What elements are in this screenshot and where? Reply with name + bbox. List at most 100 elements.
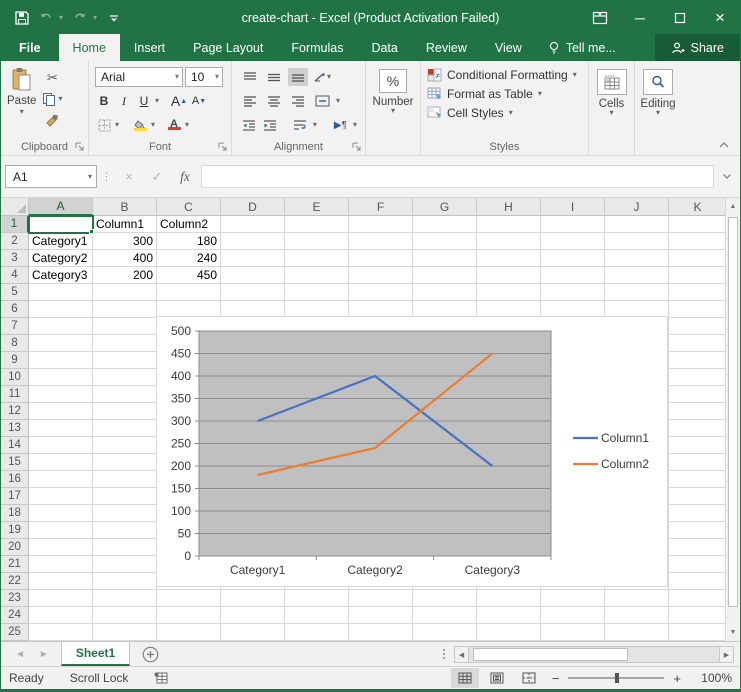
- cell-C25[interactable]: [157, 624, 221, 641]
- cell-K9[interactable]: [669, 352, 727, 369]
- cell-G25[interactable]: [413, 624, 477, 641]
- conditional-formatting-dropdown-icon[interactable]: ▾: [573, 72, 577, 78]
- name-box[interactable]: A1 ▾: [5, 165, 97, 188]
- tab-view[interactable]: View: [481, 34, 536, 61]
- merge-dropdown-icon[interactable]: ▾: [336, 98, 340, 104]
- row-header-13[interactable]: 13: [1, 420, 29, 437]
- wrap-text-button[interactable]: [292, 116, 309, 134]
- row-header-7[interactable]: 7: [1, 318, 29, 335]
- cell-C2[interactable]: 180: [157, 233, 221, 250]
- alignment-dialog-launcher-icon[interactable]: [352, 142, 362, 152]
- cell-B5[interactable]: [93, 284, 157, 301]
- cell-B24[interactable]: [93, 607, 157, 624]
- cell-B21[interactable]: [93, 556, 157, 573]
- column-header-B[interactable]: B: [93, 198, 157, 216]
- cell-B8[interactable]: [93, 335, 157, 352]
- cell-K13[interactable]: [669, 420, 727, 437]
- cell-K20[interactable]: [669, 539, 727, 556]
- cell-I24[interactable]: [541, 607, 605, 624]
- cell-B10[interactable]: [93, 369, 157, 386]
- cell-F3[interactable]: [349, 250, 413, 267]
- cell-D4[interactable]: [221, 267, 285, 284]
- cell-A25[interactable]: [29, 624, 93, 641]
- editing-dropdown-icon[interactable]: ▾: [656, 110, 660, 116]
- cell-F24[interactable]: [349, 607, 413, 624]
- row-header-17[interactable]: 17: [1, 488, 29, 505]
- cell-A24[interactable]: [29, 607, 93, 624]
- row-header-10[interactable]: 10: [1, 369, 29, 386]
- sheet-nav-left-icon[interactable]: ◄: [15, 649, 25, 660]
- cell-A4[interactable]: Category3: [29, 267, 93, 284]
- cell-F2[interactable]: [349, 233, 413, 250]
- cell-C3[interactable]: 240: [157, 250, 221, 267]
- center-button[interactable]: [264, 92, 284, 110]
- cell-A8[interactable]: [29, 335, 93, 352]
- cell-E3[interactable]: [285, 250, 349, 267]
- conditional-formatting-button[interactable]: ≠ Conditional Formatting ▾: [427, 65, 586, 84]
- share-button[interactable]: Share: [655, 34, 740, 61]
- cell-A12[interactable]: [29, 403, 93, 420]
- scroll-up-icon[interactable]: ▲: [726, 198, 740, 215]
- cell-B18[interactable]: [93, 505, 157, 522]
- row-header-15[interactable]: 15: [1, 454, 29, 471]
- horizontal-scroll-thumb[interactable]: [473, 648, 628, 661]
- row-header-9[interactable]: 9: [1, 352, 29, 369]
- cell-B19[interactable]: [93, 522, 157, 539]
- cell-E4[interactable]: [285, 267, 349, 284]
- scroll-left-icon[interactable]: ◀: [454, 646, 469, 663]
- ribbon-display-options-icon[interactable]: [580, 1, 620, 34]
- row-header-11[interactable]: 11: [1, 386, 29, 403]
- cell-A18[interactable]: [29, 505, 93, 522]
- font-name-combobox[interactable]: Arial▾: [95, 67, 183, 87]
- vertical-scrollbar[interactable]: ▲ ▼: [725, 198, 740, 641]
- align-right-button[interactable]: [288, 92, 308, 110]
- top-align-button[interactable]: [240, 68, 260, 86]
- cell-C23[interactable]: [157, 590, 221, 607]
- fill-color-button[interactable]: [131, 115, 149, 135]
- underline-button[interactable]: U: [135, 91, 153, 111]
- cell-I23[interactable]: [541, 590, 605, 607]
- cell-A17[interactable]: [29, 488, 93, 505]
- cell-K4[interactable]: [669, 267, 727, 284]
- cell-A1[interactable]: [29, 216, 93, 233]
- cell-styles-dropdown-icon[interactable]: ▾: [509, 110, 513, 116]
- cell-B7[interactable]: [93, 318, 157, 335]
- format-as-table-button[interactable]: Format as Table ▾: [427, 84, 586, 103]
- cell-G23[interactable]: [413, 590, 477, 607]
- cell-K1[interactable]: [669, 216, 727, 233]
- cell-K11[interactable]: [669, 386, 727, 403]
- cell-C4[interactable]: 450: [157, 267, 221, 284]
- cell-J1[interactable]: [605, 216, 669, 233]
- cell-K10[interactable]: [669, 369, 727, 386]
- cell-A19[interactable]: [29, 522, 93, 539]
- new-sheet-button[interactable]: [130, 642, 171, 666]
- confirm-entry-icon[interactable]: ✓: [145, 166, 169, 188]
- cell-J4[interactable]: [605, 267, 669, 284]
- bottom-align-button[interactable]: [288, 68, 308, 86]
- tab-home[interactable]: Home: [59, 34, 120, 61]
- cell-D25[interactable]: [221, 624, 285, 641]
- format-as-table-dropdown-icon[interactable]: ▾: [538, 91, 542, 97]
- row-header-16[interactable]: 16: [1, 471, 29, 488]
- cut-button[interactable]: ✂: [40, 69, 64, 87]
- cell-K16[interactable]: [669, 471, 727, 488]
- cell-K17[interactable]: [669, 488, 727, 505]
- cell-K25[interactable]: [669, 624, 727, 641]
- column-header-G[interactable]: G: [413, 198, 477, 216]
- cell-K15[interactable]: [669, 454, 727, 471]
- cell-B16[interactable]: [93, 471, 157, 488]
- wrap-text-dropdown-icon[interactable]: ▾: [313, 122, 317, 128]
- cancel-entry-icon[interactable]: ×: [117, 166, 141, 188]
- cell-H2[interactable]: [477, 233, 541, 250]
- tab-file[interactable]: File: [1, 34, 59, 61]
- cell-B22[interactable]: [93, 573, 157, 590]
- expand-formula-bar-icon[interactable]: [718, 173, 736, 180]
- row-header-12[interactable]: 12: [1, 403, 29, 420]
- cell-G3[interactable]: [413, 250, 477, 267]
- tab-formulas[interactable]: Formulas: [277, 34, 357, 61]
- cell-F4[interactable]: [349, 267, 413, 284]
- editing-button[interactable]: [643, 69, 673, 95]
- redo-dropdown-icon[interactable]: ▾: [93, 13, 101, 22]
- cell-K7[interactable]: [669, 318, 727, 335]
- cell-E5[interactable]: [285, 284, 349, 301]
